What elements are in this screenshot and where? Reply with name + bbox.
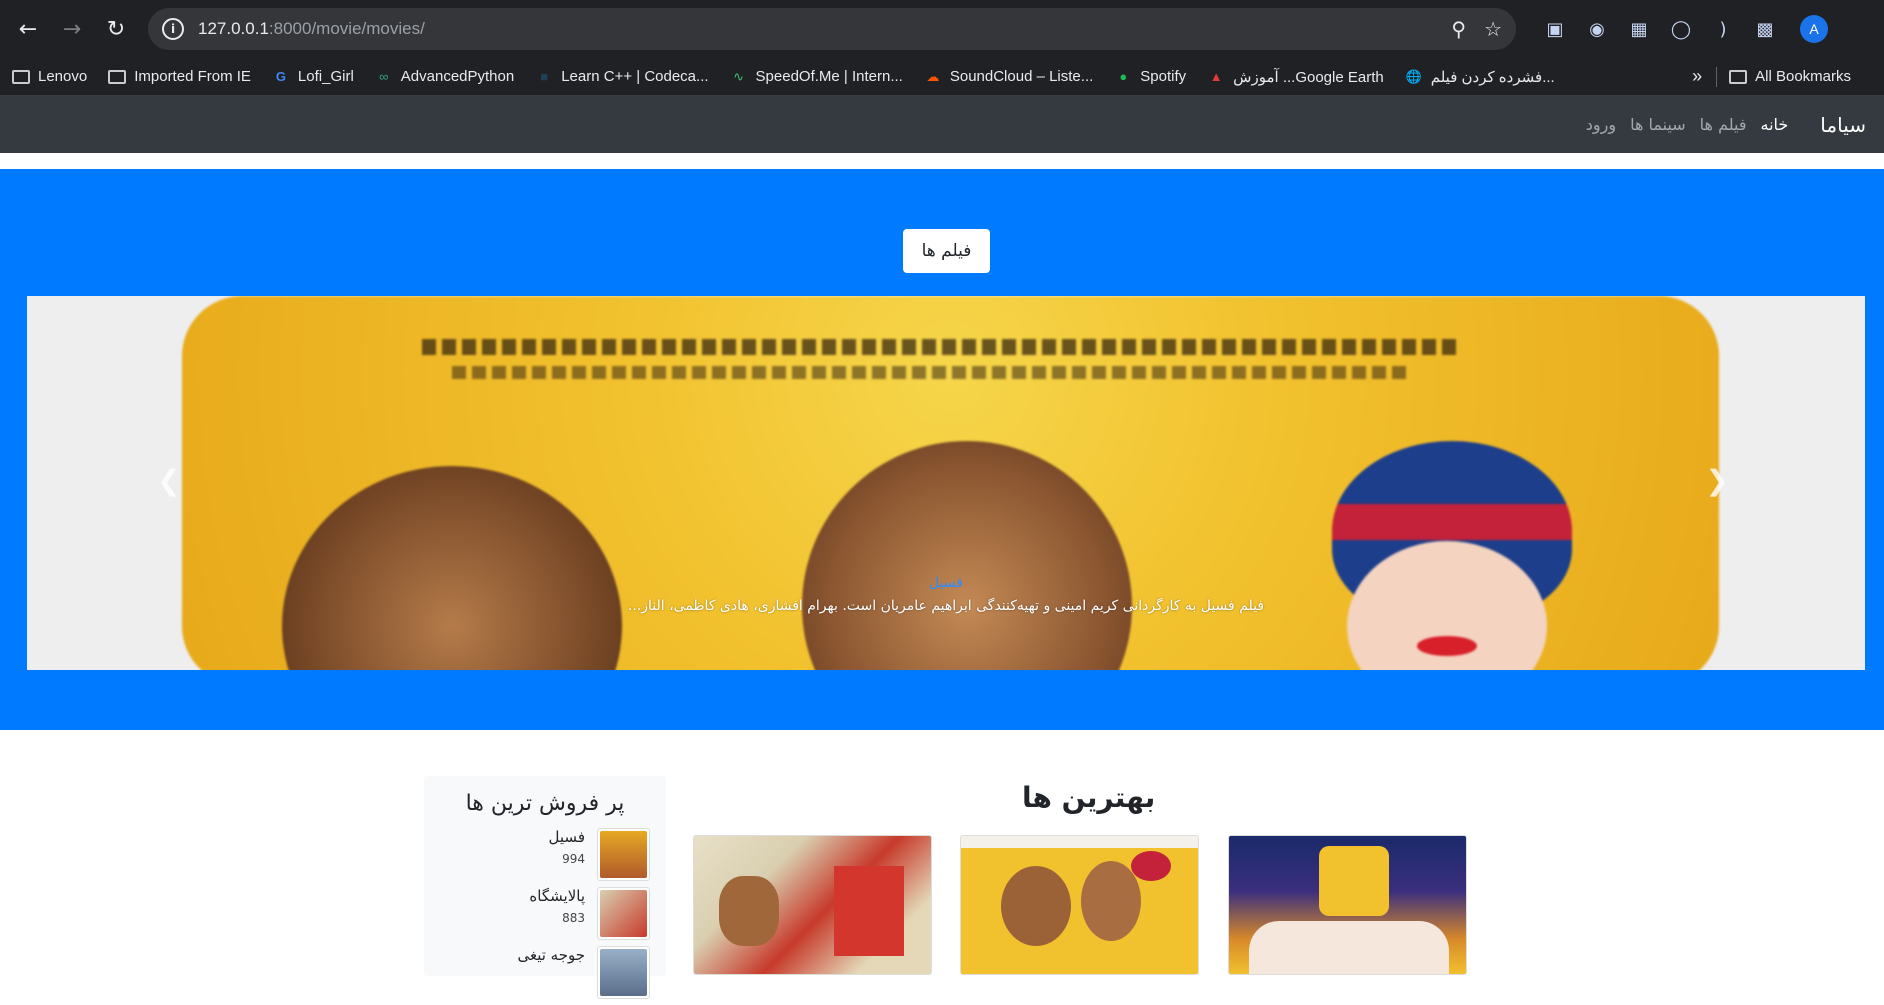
more-bookmarks-chevron-icon[interactable]: »: [1692, 66, 1702, 87]
spotify-icon: ●: [1119, 69, 1128, 84]
sidebar-extension-icon[interactable]: ▦: [1626, 16, 1652, 42]
speedofme-icon: ∿: [733, 68, 744, 84]
carousel-next-icon[interactable]: ❯: [1706, 464, 1729, 497]
bestsellers-sidebar: پر فروش ترین ها فسیل 994 پالایشگاه 883 ج…: [424, 776, 666, 999]
hero-section: فیلم ها ❮ ❯ فسیل فیلم فسیل به کارگردانی …: [0, 169, 1884, 730]
vpn-extension-icon[interactable]: ◉: [1584, 16, 1610, 42]
site-brand[interactable]: سیاما: [1820, 113, 1866, 137]
nav-link-login[interactable]: ورود: [1586, 115, 1616, 134]
bookmarks-divider: [1716, 66, 1718, 87]
bookmark-learn-cpp[interactable]: ■ Learn C++ | Codeca...: [535, 68, 708, 85]
globe-icon: 🌐: [1405, 68, 1422, 84]
best-movies-title: بهترین ها: [1022, 781, 1156, 814]
bookmark-video-compress[interactable]: 🌐 فشرده کردن فیلم...: [1405, 68, 1555, 86]
movie-card[interactable]: [960, 835, 1199, 975]
bookmark-soundcloud[interactable]: ☁ SoundCloud – Liste...: [924, 68, 1093, 85]
bookmark-spotify[interactable]: ● Spotify: [1114, 68, 1186, 85]
screen-capture-extension-icon[interactable]: ▣: [1542, 16, 1568, 42]
folder-icon: [12, 69, 30, 85]
list-item[interactable]: فسیل 994: [424, 828, 666, 887]
list-item[interactable]: پالایشگاه 883: [424, 887, 666, 946]
google-earth-icon: ▲: [1209, 69, 1223, 84]
bookmarks-bar: Lenovo Imported From IE G Lofi_Girl ∞ Adva…: [0, 58, 1884, 96]
extensions-puzzle-icon[interactable]: ▩: [1752, 16, 1778, 42]
bookmark-lenovo[interactable]: Lenovo: [12, 68, 87, 85]
bookmark-advancedpython[interactable]: ∞ AdvancedPython: [375, 68, 514, 85]
address-bar[interactable]: i 127.0.0.1:8000/movie/movies/ ⚲ ☆: [148, 8, 1516, 50]
reload-icon[interactable]: ↻: [100, 13, 132, 45]
back-icon[interactable]: ←: [12, 13, 44, 45]
profile-avatar[interactable]: A: [1800, 15, 1828, 43]
bookmark-google-earth[interactable]: ▲ آموزش ...Google Earth: [1207, 68, 1384, 86]
bookmark-star-icon[interactable]: ☆: [1484, 17, 1502, 41]
audio-extension-icon[interactable]: ): [1710, 16, 1736, 42]
bestsellers-title: پر فروش ترین ها: [465, 791, 625, 816]
carousel-caption-title[interactable]: فسیل: [27, 575, 1865, 591]
carousel-caption: فسیل فیلم فسیل به کارگردانی کریم امینی و…: [27, 575, 1865, 614]
movie-card[interactable]: [693, 835, 932, 975]
carousel-caption-text: فیلم فسیل به کارگردانی کریم امینی و تهیه…: [627, 598, 1265, 614]
carousel-prev-icon[interactable]: ❮: [157, 464, 180, 497]
movie-thumbnail[interactable]: [597, 946, 650, 999]
folder-icon: [108, 69, 127, 85]
soundcloud-icon: ☁: [926, 68, 940, 84]
bookmark-imported-from-ie[interactable]: Imported From IE: [108, 68, 251, 85]
movie-carousel[interactable]: ❮ ❯ فسیل فیلم فسیل به کارگردانی کریم امی…: [27, 296, 1865, 670]
movie-name[interactable]: جوجه تیغی: [517, 946, 585, 964]
movie-name[interactable]: پالایشگاه: [529, 887, 585, 905]
bookmark-speedofme[interactable]: ∿ SpeedOf.Me | Intern...: [730, 68, 903, 85]
hero-title: فیلم ها: [903, 229, 990, 273]
nav-link-movies[interactable]: فیلم ها: [1700, 115, 1747, 134]
movie-card[interactable]: [1228, 835, 1467, 975]
bookmark-lofi-girl[interactable]: G Lofi_Girl: [272, 68, 354, 85]
bookmark-all-bookmarks[interactable]: All Bookmarks: [1729, 68, 1851, 85]
movie-thumbnail[interactable]: [597, 887, 650, 940]
google-icon: G: [275, 69, 286, 84]
codecademy-icon: ■: [540, 69, 549, 84]
shield-extension-icon[interactable]: ◯: [1668, 16, 1694, 42]
site-icon: ∞: [379, 69, 389, 84]
nav-link-cinemas[interactable]: سینما ها: [1630, 115, 1686, 134]
movie-name[interactable]: فسیل: [549, 828, 585, 846]
movie-thumbnail[interactable]: [597, 828, 650, 881]
sales-count: 883: [562, 911, 585, 925]
browser-toolbar: ← → ↻ i 127.0.0.1:8000/movie/movies/ ⚲ ☆…: [0, 0, 1884, 58]
site-info-icon[interactable]: i: [162, 18, 184, 40]
folder-icon: [1729, 69, 1748, 85]
zoom-icon[interactable]: ⚲: [1451, 17, 1466, 41]
forward-icon[interactable]: →: [56, 13, 88, 45]
list-item[interactable]: جوجه تیغی: [424, 946, 666, 1005]
site-navbar: سیاما خانه فیلم ها سینما ها ورود: [0, 96, 1884, 153]
sales-count: 994: [562, 852, 585, 866]
url-text[interactable]: 127.0.0.1:8000/movie/movies/: [198, 19, 1433, 39]
nav-link-home[interactable]: خانه: [1761, 115, 1789, 134]
